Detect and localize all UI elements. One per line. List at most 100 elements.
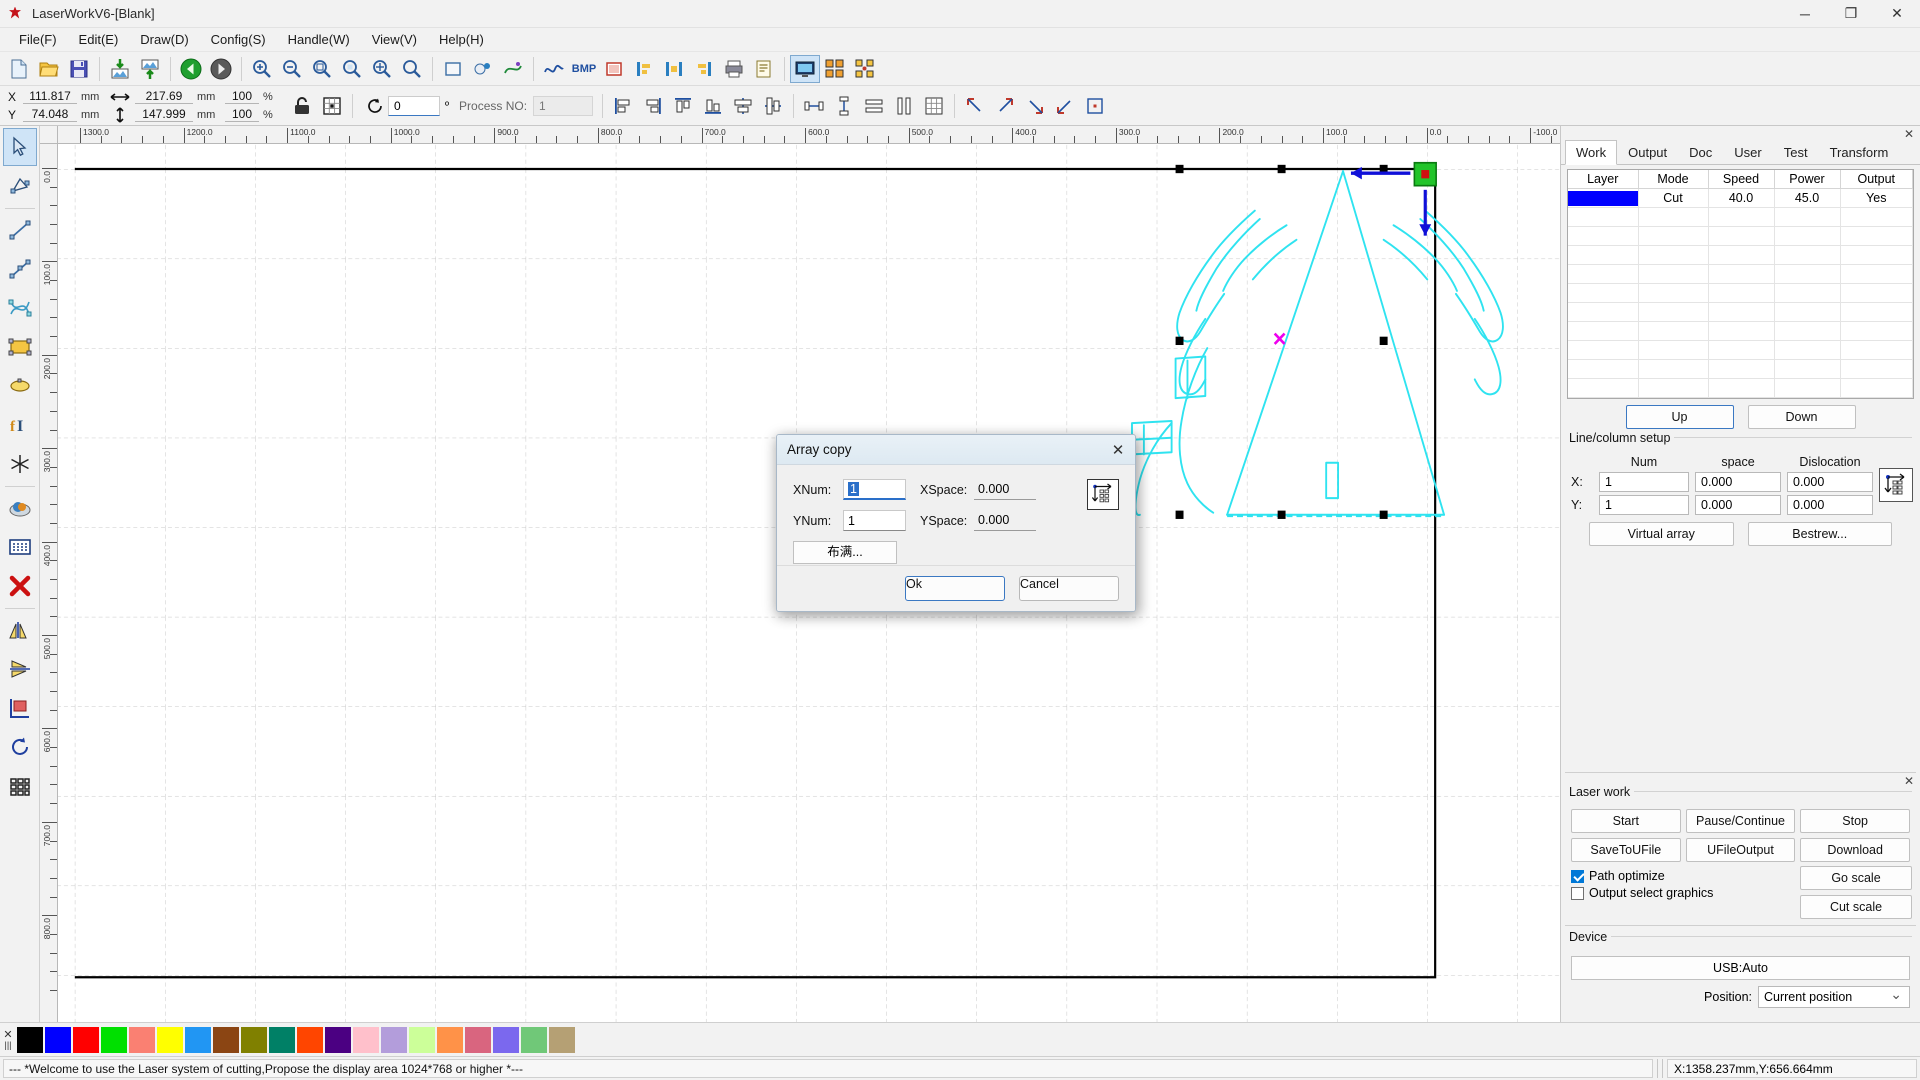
text-tool[interactable]: fI — [3, 406, 37, 444]
distribute-vertical-icon[interactable] — [829, 92, 859, 120]
origin-top-left-icon[interactable] — [960, 92, 990, 120]
table-row-empty[interactable] — [1568, 264, 1913, 284]
delete-tool[interactable] — [3, 567, 37, 605]
origin-bottom-right-icon[interactable] — [1020, 92, 1050, 120]
ok-button[interactable]: Ok — [905, 576, 1005, 601]
stop-button[interactable]: Stop — [1800, 809, 1910, 833]
start-button[interactable]: Start — [1571, 809, 1681, 833]
redo-icon[interactable] — [206, 55, 236, 83]
path-optimize-row[interactable]: Path optimize — [1569, 866, 1800, 883]
array-copy-icon[interactable] — [820, 55, 850, 83]
layer-down-button[interactable]: Down — [1747, 405, 1856, 429]
table-row-empty[interactable] — [1568, 302, 1913, 322]
preview-icon[interactable] — [790, 54, 820, 83]
tab-user[interactable]: User — [1723, 140, 1772, 164]
color-swatch-13[interactable] — [380, 1025, 408, 1054]
close-button[interactable]: ✕ — [1874, 0, 1920, 28]
width-input[interactable] — [135, 89, 193, 104]
yspace-input[interactable] — [974, 510, 1036, 531]
crop-icon[interactable] — [599, 55, 629, 83]
x-num-input[interactable] — [1599, 472, 1689, 492]
invert-selection-icon[interactable] — [468, 55, 498, 83]
line-tool[interactable] — [3, 211, 37, 249]
align-bottom-edge-icon[interactable] — [698, 92, 728, 120]
color-swatch-15[interactable] — [436, 1025, 464, 1054]
layer-speed-cell[interactable]: 40.0 — [1708, 188, 1775, 208]
pause-continue-button[interactable]: Pause/Continue — [1685, 809, 1796, 833]
rectangle-tool[interactable] — [3, 328, 37, 366]
rotate-tool[interactable] — [3, 728, 37, 766]
origin-top-right-icon[interactable] — [990, 92, 1020, 120]
star-tool[interactable] — [3, 445, 37, 483]
table-row-empty[interactable] — [1568, 321, 1913, 341]
zoom-selection-icon[interactable] — [307, 55, 337, 83]
undo-icon[interactable] — [176, 55, 206, 83]
ynum-input[interactable] — [843, 510, 906, 531]
array-tool[interactable] — [3, 767, 37, 805]
align-left-edge-icon[interactable] — [608, 92, 638, 120]
x-scale-input[interactable] — [225, 89, 259, 104]
virtual-array-button[interactable]: Virtual array — [1589, 522, 1734, 546]
bmp-icon[interactable]: BMP — [569, 55, 599, 83]
print-icon[interactable] — [719, 55, 749, 83]
y-position-input[interactable] — [23, 107, 77, 122]
table-row-empty[interactable] — [1568, 245, 1913, 265]
grid-array-icon[interactable] — [850, 55, 880, 83]
x-space-input[interactable] — [1695, 472, 1781, 492]
xspace-input[interactable] — [974, 479, 1036, 500]
origin-center-icon[interactable] — [1080, 92, 1110, 120]
download-button[interactable]: Download — [1800, 838, 1910, 862]
zoom-page-icon[interactable] — [367, 55, 397, 83]
save-file-icon[interactable] — [64, 55, 94, 83]
color-swatch-2[interactable] — [72, 1025, 100, 1054]
color-swatch-8[interactable] — [240, 1025, 268, 1054]
color-swatch-17[interactable] — [492, 1025, 520, 1054]
color-swatch-19[interactable] — [548, 1025, 576, 1054]
cancel-button[interactable]: Cancel — [1019, 576, 1119, 601]
layer-up-button[interactable]: Up — [1625, 405, 1734, 429]
color-swatch-4[interactable] — [128, 1025, 156, 1054]
x-dislocation-input[interactable] — [1787, 472, 1873, 492]
origin-bottom-left-icon[interactable] — [1050, 92, 1080, 120]
output-select-graphics-row[interactable]: Output select graphics — [1569, 883, 1800, 900]
bezier-tool[interactable] — [3, 289, 37, 327]
align-left-icon[interactable] — [629, 55, 659, 83]
horizontal-ruler[interactable]: 1300.0 1200.0 1100.0 1000.0 900.0 800.0 700.0 6… — [58, 126, 1560, 144]
device-value[interactable]: USB:Auto — [1571, 956, 1910, 980]
path-optimize-checkbox[interactable] — [1571, 869, 1584, 883]
color-swatch-10[interactable] — [296, 1025, 324, 1054]
curve-smooth-icon[interactable] — [498, 55, 528, 83]
x-position-input[interactable] — [23, 89, 77, 104]
go-scale-button[interactable]: Go scale — [1800, 866, 1912, 890]
color-swatch-5[interactable] — [156, 1025, 184, 1054]
layer-color-cell[interactable] — [1568, 188, 1639, 208]
align-distribute-icon[interactable] — [659, 55, 689, 83]
tab-doc[interactable]: Doc — [1678, 140, 1723, 164]
process-no-input[interactable] — [533, 95, 594, 116]
minimize-button[interactable]: ─ — [1782, 0, 1828, 28]
align-top-edge-icon[interactable] — [668, 92, 698, 120]
table-row-empty[interactable] — [1568, 359, 1913, 379]
select-all-icon[interactable] — [438, 55, 468, 83]
color-swatch-14[interactable] — [408, 1025, 436, 1054]
menu-config[interactable]: Config(S) — [200, 29, 277, 50]
align-right-edge-icon[interactable] — [638, 92, 668, 120]
output-select-graphics-checkbox[interactable] — [1571, 886, 1584, 900]
save-to-ufile-button[interactable]: SaveToUFile — [1571, 838, 1681, 862]
capture-tool[interactable] — [3, 489, 37, 527]
anchor-point-icon[interactable] — [317, 91, 347, 121]
dot-array-tool[interactable] — [3, 528, 37, 566]
zoom-out-icon[interactable] — [277, 55, 307, 83]
color-swatch-11[interactable] — [324, 1025, 352, 1054]
table-row[interactable]: Cut 40.0 45.0 Yes — [1568, 188, 1913, 208]
y-num-input[interactable] — [1599, 495, 1689, 515]
zoom-fit-icon[interactable] — [337, 55, 367, 83]
menu-handle[interactable]: Handle(W) — [277, 29, 361, 50]
tab-transform[interactable]: Transform — [1819, 140, 1900, 164]
array-copy-dialog[interactable]: Array copy ✕ XNum: 1 XSpace: 0.000 YNum:… — [776, 434, 1136, 612]
table-row-empty[interactable] — [1568, 378, 1913, 398]
panel-close-icon[interactable]: ✕ — [1561, 126, 1920, 141]
palette-close-icon[interactable]: ✕ ||| — [0, 1029, 16, 1050]
layer-power-cell[interactable]: 45.0 — [1774, 188, 1841, 208]
layer-table[interactable]: Layer Mode Speed Power Output Cut 40.0 45.… — [1567, 169, 1914, 399]
